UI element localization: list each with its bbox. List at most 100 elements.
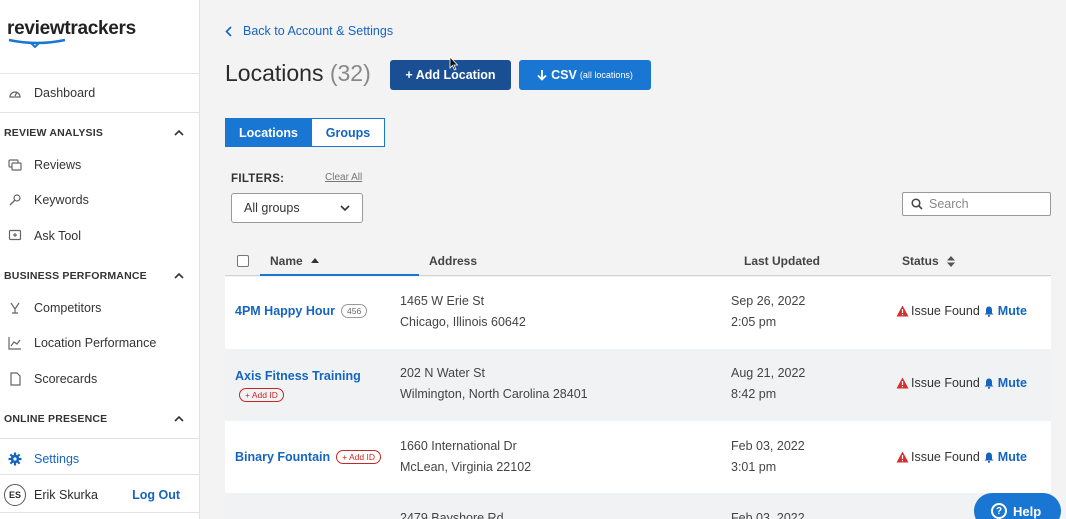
table-row: Axis Fitness Training + Add ID 202 N Wat… — [225, 349, 1051, 421]
location-count: (32) — [329, 60, 371, 86]
select-all-checkbox[interactable] — [237, 255, 249, 267]
logout-link[interactable]: Log Out — [132, 488, 180, 502]
updated-date: Feb 03, 2022 — [731, 439, 805, 453]
mute-button[interactable]: Mute — [984, 376, 1027, 390]
sidebar-item-location-performance[interactable]: Location Performance — [0, 328, 199, 358]
search-input[interactable] — [929, 197, 1039, 211]
csv-download-button[interactable]: CSV (all locations) — [519, 60, 651, 90]
status-text: Issue Found — [911, 376, 980, 390]
logo-text: reviewtrackers — [7, 18, 136, 39]
add-id-badge[interactable]: + Add ID — [336, 450, 381, 464]
address-line-2: Wilmington, North Carolina 28401 — [400, 387, 588, 401]
column-last-updated[interactable]: Last Updated — [744, 254, 820, 268]
sidebar: reviewtrackers Dashboard REVIEW ANALYSIS… — [0, 0, 200, 519]
column-address: Address — [429, 254, 478, 268]
updated-time: 8:42 pm — [731, 387, 777, 401]
mouse-cursor-icon — [449, 56, 459, 71]
location-name-link[interactable]: Binary Fountain + Add ID — [235, 450, 381, 464]
section-label: REVIEW ANALYSIS — [4, 127, 104, 139]
avatar[interactable]: ES — [4, 484, 26, 506]
page-title: Locations (32) — [225, 60, 371, 87]
sort-icon — [946, 255, 955, 267]
back-link[interactable]: Back to Account & Settings — [225, 24, 393, 38]
bell-icon — [984, 306, 994, 317]
group-select[interactable]: All groups — [231, 193, 363, 223]
add-id-badge[interactable]: + Add ID — [239, 388, 284, 402]
section-business-performance[interactable]: BUSINESS PERFORMANCE — [0, 263, 199, 289]
sidebar-item-ask-tool[interactable]: Ask Tool — [0, 221, 199, 251]
help-icon: ? — [991, 503, 1007, 519]
bell-icon — [984, 378, 994, 389]
sidebar-item-label: Dashboard — [34, 86, 96, 100]
logo[interactable]: reviewtrackers — [0, 0, 199, 74]
updated-time: 3:01 pm — [731, 460, 777, 474]
mute-button[interactable]: Mute — [984, 450, 1027, 464]
sidebar-item-reviews[interactable]: Reviews — [0, 150, 199, 180]
clear-all-link[interactable]: Clear All — [325, 172, 362, 183]
sidebar-item-scorecards[interactable]: Scorecards — [0, 364, 199, 394]
csv-sublabel: (all locations) — [579, 70, 633, 80]
section-label: BUSINESS PERFORMANCE — [4, 270, 147, 282]
table-row: 4PM Happy Hour 456 1465 W Erie St Chicag… — [225, 277, 1051, 349]
mute-button[interactable]: Mute — [984, 304, 1027, 318]
divider — [0, 512, 199, 513]
line-chart-icon — [8, 336, 22, 350]
section-review-analysis[interactable]: REVIEW ANALYSIS — [0, 120, 199, 146]
group-select-value: All groups — [244, 201, 300, 215]
tab-locations[interactable]: Locations — [225, 118, 312, 147]
section-online-presence[interactable]: ONLINE PRESENCE — [0, 406, 199, 432]
warning-icon — [896, 451, 909, 463]
sidebar-item-keywords[interactable]: Keywords — [0, 185, 199, 215]
location-name: 4PM Happy Hour — [235, 304, 336, 318]
location-name-link[interactable]: Axis Fitness Training — [235, 369, 361, 383]
chevron-left-icon — [225, 25, 232, 37]
address-line-1: 1465 W Erie St — [400, 294, 485, 308]
back-link-label: Back to Account & Settings — [243, 24, 394, 38]
help-button[interactable]: ? Help — [974, 493, 1061, 519]
sort-up-icon — [310, 258, 319, 263]
competitors-icon — [8, 301, 22, 315]
status-text: Issue Found — [911, 450, 980, 464]
sidebar-item-dashboard[interactable]: Dashboard — [0, 78, 199, 108]
tab-groups[interactable]: Groups — [312, 118, 385, 147]
table-row: Binary Fountain + Add ID 1660 Internatio… — [225, 421, 1051, 493]
help-label: Help — [1013, 503, 1042, 519]
ask-tool-icon — [8, 229, 22, 243]
status-text: Issue Found — [911, 304, 980, 318]
address-line-1: 202 N Water St — [400, 366, 485, 380]
sidebar-item-label: Keywords — [34, 193, 89, 207]
chevron-up-icon[interactable] — [173, 270, 185, 282]
sidebar-item-competitors[interactable]: Competitors — [0, 293, 199, 323]
chevron-up-icon[interactable] — [173, 413, 185, 425]
document-icon — [8, 372, 22, 386]
status-cell: Issue Found Mute — [896, 450, 1027, 464]
location-name: Binary Fountain — [235, 450, 331, 464]
chevron-down-icon — [340, 204, 350, 211]
status-cell: Issue Found Mute — [896, 304, 1027, 318]
sidebar-item-label: Scorecards — [34, 372, 98, 386]
table-header: Name Address Last Updated Status — [225, 248, 1051, 276]
column-name[interactable]: Name — [270, 254, 319, 268]
mute-label: Mute — [997, 376, 1027, 390]
divider — [0, 474, 199, 475]
address-line-2: Chicago, Illinois 60642 — [400, 315, 526, 329]
sidebar-item-label: Settings — [34, 452, 80, 466]
updated-time: 2:05 pm — [731, 315, 777, 329]
csv-label: CSV — [551, 68, 577, 82]
table-row: 2479 Bayshore Rd Feb 03, 2022 — [225, 493, 1051, 519]
updated-date: Sep 26, 2022 — [731, 294, 806, 308]
search-box[interactable] — [902, 192, 1051, 216]
column-status[interactable]: Status — [902, 254, 955, 268]
warning-icon — [896, 305, 909, 317]
chevron-up-icon[interactable] — [173, 127, 185, 139]
mute-label: Mute — [997, 450, 1027, 464]
address-line-1: 2479 Bayshore Rd — [400, 511, 504, 519]
sidebar-item-settings[interactable]: Settings — [0, 444, 199, 474]
search-icon — [911, 198, 923, 210]
location-name-link[interactable]: 4PM Happy Hour 456 — [235, 304, 368, 318]
location-id-badge[interactable]: 456 — [341, 304, 368, 318]
view-tabs: Locations Groups — [225, 118, 385, 147]
sidebar-item-label: Location Performance — [34, 336, 157, 350]
divider — [0, 438, 199, 439]
section-label: ONLINE PRESENCE — [4, 413, 108, 425]
